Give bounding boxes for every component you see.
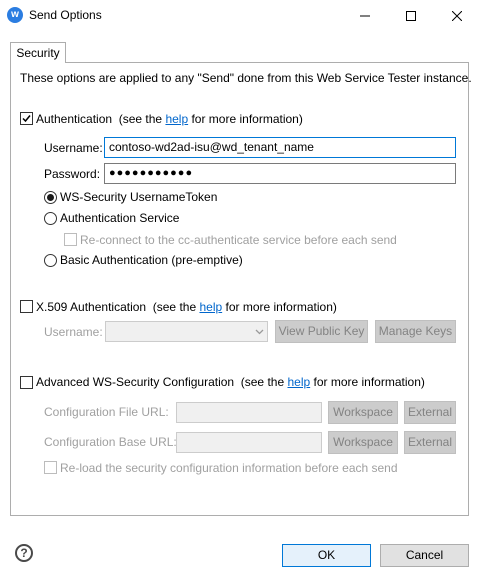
config-base-workspace-button[interactable]: Workspace bbox=[328, 431, 398, 454]
reload-config-checkbox[interactable] bbox=[44, 461, 57, 474]
ok-button[interactable]: OK bbox=[282, 544, 371, 567]
config-file-url-input[interactable] bbox=[176, 402, 322, 423]
cancel-button[interactable]: Cancel bbox=[380, 544, 469, 567]
basic-auth-radio[interactable] bbox=[44, 254, 57, 267]
reconnect-label: Re-connect to the cc-authenticate servic… bbox=[80, 233, 397, 247]
minimize-button[interactable] bbox=[343, 0, 387, 30]
checkmark-icon bbox=[22, 115, 31, 123]
config-base-url-input[interactable] bbox=[176, 432, 322, 453]
basic-auth-label: Basic Authentication (pre-emptive) bbox=[60, 253, 243, 267]
close-icon bbox=[452, 10, 462, 21]
config-file-url-label: Configuration File URL: bbox=[44, 405, 169, 419]
authentication-label: Authentication (see the help for more in… bbox=[36, 112, 303, 126]
auth-service-radio[interactable] bbox=[44, 212, 57, 225]
advanced-ws-security-checkbox[interactable] bbox=[20, 376, 33, 389]
advanced-ws-security-label: Advanced WS-Security Configuration (see … bbox=[36, 375, 425, 389]
window-title: Send Options bbox=[29, 8, 102, 22]
intro-text: These options are applied to any "Send" … bbox=[20, 71, 472, 85]
help-icon[interactable]: ? bbox=[15, 544, 33, 562]
auth-service-label: Authentication Service bbox=[60, 211, 180, 225]
chevron-down-icon bbox=[255, 329, 264, 335]
tab-security[interactable]: Security bbox=[10, 42, 66, 63]
maximize-button[interactable] bbox=[389, 0, 433, 30]
username-label: Username: bbox=[44, 141, 103, 155]
reload-config-label: Re-load the security configuration infor… bbox=[60, 461, 398, 475]
manage-keys-button[interactable]: Manage Keys bbox=[375, 320, 456, 343]
config-base-url-label: Configuration Base URL: bbox=[44, 435, 177, 449]
config-file-external-button[interactable]: External bbox=[404, 401, 456, 424]
maximize-icon bbox=[406, 10, 416, 21]
x509-username-label: Username: bbox=[44, 325, 103, 339]
advanced-help-link[interactable]: help bbox=[287, 375, 310, 389]
config-file-workspace-button[interactable]: Workspace bbox=[328, 401, 398, 424]
ws-security-radio[interactable] bbox=[44, 191, 57, 204]
authentication-help-link[interactable]: help bbox=[165, 112, 188, 126]
config-base-external-button[interactable]: External bbox=[404, 431, 456, 454]
x509-checkbox[interactable] bbox=[20, 300, 33, 313]
x509-username-select[interactable] bbox=[105, 321, 268, 342]
close-button[interactable] bbox=[435, 0, 479, 30]
authentication-checkbox[interactable] bbox=[20, 112, 33, 125]
view-public-key-button[interactable]: View Public Key bbox=[275, 320, 368, 343]
reconnect-checkbox[interactable] bbox=[64, 233, 77, 246]
x509-help-link[interactable]: help bbox=[199, 300, 222, 314]
app-icon: w bbox=[7, 7, 23, 23]
ws-security-label: WS-Security UsernameToken bbox=[60, 190, 218, 204]
username-input[interactable]: contoso-wd2ad-isu@wd_tenant_name bbox=[104, 137, 456, 158]
password-input[interactable]: ●●●●●●●●●●● bbox=[104, 163, 456, 184]
password-label: Password: bbox=[44, 167, 101, 181]
minimize-icon bbox=[360, 15, 370, 17]
x509-label: X.509 Authentication (see the help for m… bbox=[36, 300, 337, 314]
